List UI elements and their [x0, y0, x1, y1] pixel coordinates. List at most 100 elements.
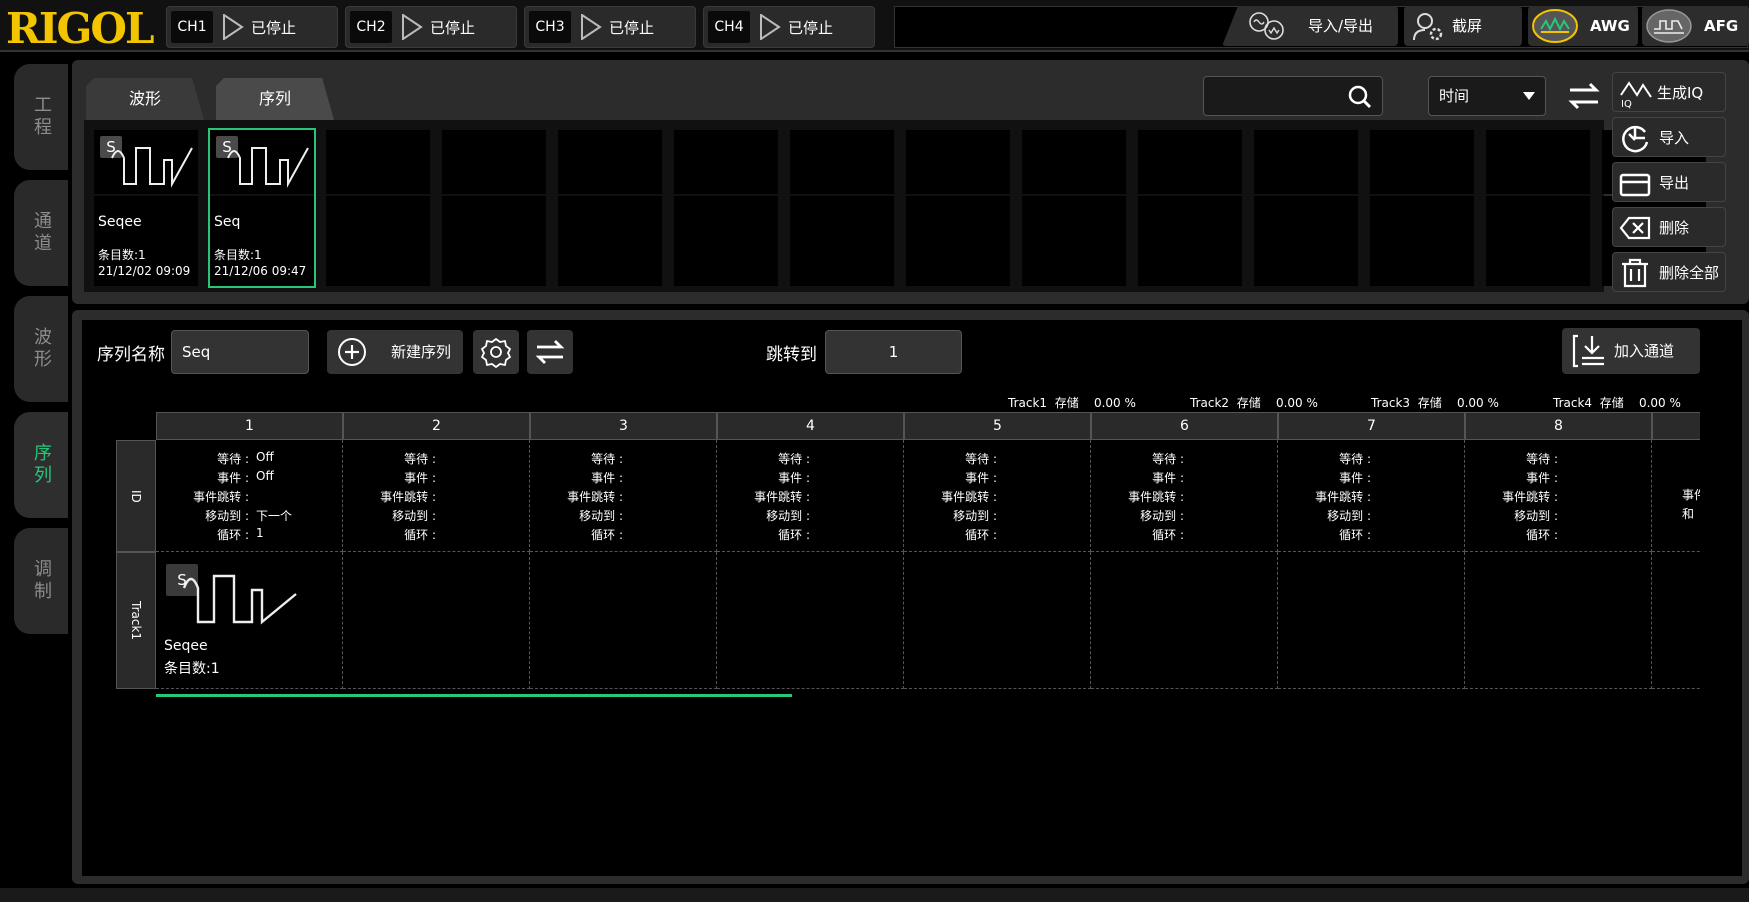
chevron-down-icon	[1523, 92, 1535, 100]
file-thumbnail: S	[94, 130, 198, 194]
channel-1-status[interactable]: CH1 已停止	[166, 6, 338, 48]
empty-file-slot[interactable]	[558, 130, 662, 194]
column-header[interactable]: 5	[904, 412, 1091, 440]
settings-button[interactable]	[473, 330, 519, 374]
add-to-channel-button[interactable]: 加入通道	[1562, 328, 1700, 374]
empty-file-slot[interactable]	[906, 130, 1010, 194]
new-sequence-button[interactable]: 新建序列	[327, 330, 463, 374]
track-cell[interactable]	[343, 552, 530, 689]
id-field-label: 事件 :	[1526, 471, 1558, 485]
empty-file-slot[interactable]	[442, 130, 546, 194]
sidebar-item-project[interactable]: 工程	[14, 64, 68, 170]
id-field-label: 循环 :	[591, 528, 623, 542]
track-cell[interactable]	[1278, 552, 1465, 689]
track-cell[interactable]	[530, 552, 717, 689]
empty-file-slot[interactable]	[1138, 130, 1242, 194]
empty-file-slot[interactable]	[326, 196, 430, 286]
empty-file-slot[interactable]	[1370, 130, 1474, 194]
swap-view-icon[interactable]	[1566, 78, 1602, 114]
empty-file-slot[interactable]	[442, 196, 546, 286]
id-cell[interactable]: 等待 : 事件 : 事件跳转 : 移动到 : 循环 :	[1091, 440, 1278, 552]
empty-file-slot[interactable]	[1486, 196, 1590, 286]
jump-to-input[interactable]: 1	[825, 330, 962, 374]
empty-file-slot[interactable]	[674, 196, 778, 286]
id-field-label: 事件 :	[1339, 471, 1371, 485]
sequence-name-input[interactable]: Seq	[171, 330, 309, 374]
empty-file-slot[interactable]	[790, 196, 894, 286]
new-sequence-label: 新建序列	[391, 343, 452, 361]
tab-waveform[interactable]: 波形	[86, 78, 204, 120]
id-cell[interactable]: 等待 : 事件 : 事件跳转 : 移动到 : 循环 :	[717, 440, 904, 552]
id-cell[interactable]: 等待 : 事件 : 事件跳转 : 移动到 : 循环 :	[904, 440, 1091, 552]
empty-file-slot[interactable]	[790, 130, 894, 194]
import-export-label: 导入/导出	[1308, 17, 1374, 35]
id-field: 事件跳转 :	[1465, 488, 1652, 504]
column-header[interactable]	[1652, 412, 1700, 440]
track-entry[interactable]: S Seqee 条目数:1	[156, 552, 343, 689]
empty-file-slot[interactable]	[906, 196, 1010, 286]
id-field-label: 事件 :	[404, 471, 436, 485]
id-cell[interactable]: 等待 : 事件 : 事件跳转 : 移动到 : 循环 :	[1278, 440, 1465, 552]
export-button[interactable]: 导出	[1612, 162, 1726, 202]
screenshot-button[interactable]: 截屏	[1404, 6, 1522, 46]
id-field-label: 移动到 :	[1140, 509, 1184, 523]
channel-3-status[interactable]: CH3 已停止	[524, 6, 696, 48]
search-input[interactable]	[1203, 76, 1383, 116]
file-item-selected[interactable]: S Seq 条目数:1 21/12/06 09:47	[208, 128, 316, 288]
afg-mode-button[interactable]: AFG	[1642, 6, 1749, 46]
column-header[interactable]: 7	[1278, 412, 1465, 440]
track-cell[interactable]	[1465, 552, 1652, 689]
column-header[interactable]: 3	[530, 412, 717, 440]
tab-sequence[interactable]: 序列	[216, 78, 334, 120]
swap-button[interactable]	[527, 330, 573, 374]
top-bar: RIGOL CH1 已停止 CH2 已停止 CH3 已停止 CH4 已停止 导入…	[0, 0, 1749, 53]
track-cell[interactable]	[1652, 552, 1700, 689]
column-header[interactable]: 6	[1091, 412, 1278, 440]
play-icon	[402, 14, 423, 40]
storage-value: 0.00 %	[1275, 396, 1318, 410]
id-cell[interactable]: 等待 : 事件 : 事件跳转 : 移动到 : 循环 :	[343, 440, 530, 552]
delete-all-button[interactable]: 删除全部	[1612, 252, 1726, 292]
sequence-grid: ID Track1 1 等待 : Off 事件 : Off 事件跳转 : 移动到 : 下一个循…	[116, 412, 1700, 692]
sort-select[interactable]: 时间	[1428, 76, 1546, 116]
channel-2-status[interactable]: CH2 已停止	[345, 6, 517, 48]
empty-file-slot[interactable]	[674, 130, 778, 194]
id-field-label: 循环 :	[1152, 528, 1184, 542]
column-header[interactable]: 4	[717, 412, 904, 440]
sidebar-item-waveform[interactable]: 波形	[14, 296, 68, 402]
empty-file-slot[interactable]	[1022, 196, 1126, 286]
id-field: 事件跳转 :	[343, 488, 530, 504]
id-cell[interactable]: 等待 : 事件 : 事件跳转 : 移动到 : 循环 :	[530, 440, 717, 552]
empty-file-slot[interactable]	[1022, 130, 1126, 194]
column-header[interactable]: 2	[343, 412, 530, 440]
empty-file-slot[interactable]	[326, 130, 430, 194]
id-field: 事件 : Off	[156, 469, 343, 485]
import-button[interactable]: 导入	[1612, 117, 1726, 157]
track-cell[interactable]	[1091, 552, 1278, 689]
track-cell[interactable]	[717, 552, 904, 689]
id-cell[interactable]: 事件和	[1652, 440, 1700, 552]
generate-iq-button[interactable]: IQ 生成IQ	[1612, 72, 1726, 112]
empty-file-slot[interactable]	[1370, 196, 1474, 286]
row-header-label: Track1	[129, 600, 143, 641]
import-export-button[interactable]: 导入/导出	[1222, 6, 1398, 46]
id-field: 事件跳转 :	[1278, 488, 1465, 504]
delete-button[interactable]: 删除	[1612, 207, 1726, 247]
empty-file-slot[interactable]	[1486, 130, 1590, 194]
empty-file-slot[interactable]	[1138, 196, 1242, 286]
column-header[interactable]: 8	[1465, 412, 1652, 440]
sidebar-item-sequence[interactable]: 序列	[14, 412, 68, 518]
id-cell[interactable]: 等待 : Off 事件 : Off 事件跳转 : 移动到 : 下一个 循环 : 1	[156, 440, 343, 552]
channel-4-status[interactable]: CH4 已停止	[703, 6, 875, 48]
awg-mode-button[interactable]: AWG	[1528, 6, 1638, 46]
column-header[interactable]: 1	[156, 412, 343, 440]
empty-file-slot[interactable]	[1254, 130, 1358, 194]
empty-file-slot[interactable]	[558, 196, 662, 286]
sidebar-item-modulation[interactable]: 调制	[14, 528, 68, 634]
track-cell[interactable]	[904, 552, 1091, 689]
file-item[interactable]: S Seqee 条目数:1 21/12/02 09:09	[94, 130, 198, 286]
empty-file-slot[interactable]	[1254, 196, 1358, 286]
storage-label: 存储	[1417, 396, 1442, 410]
id-cell[interactable]: 等待 : 事件 : 事件跳转 : 移动到 : 循环 :	[1465, 440, 1652, 552]
sidebar-item-channel[interactable]: 通道	[14, 180, 68, 286]
